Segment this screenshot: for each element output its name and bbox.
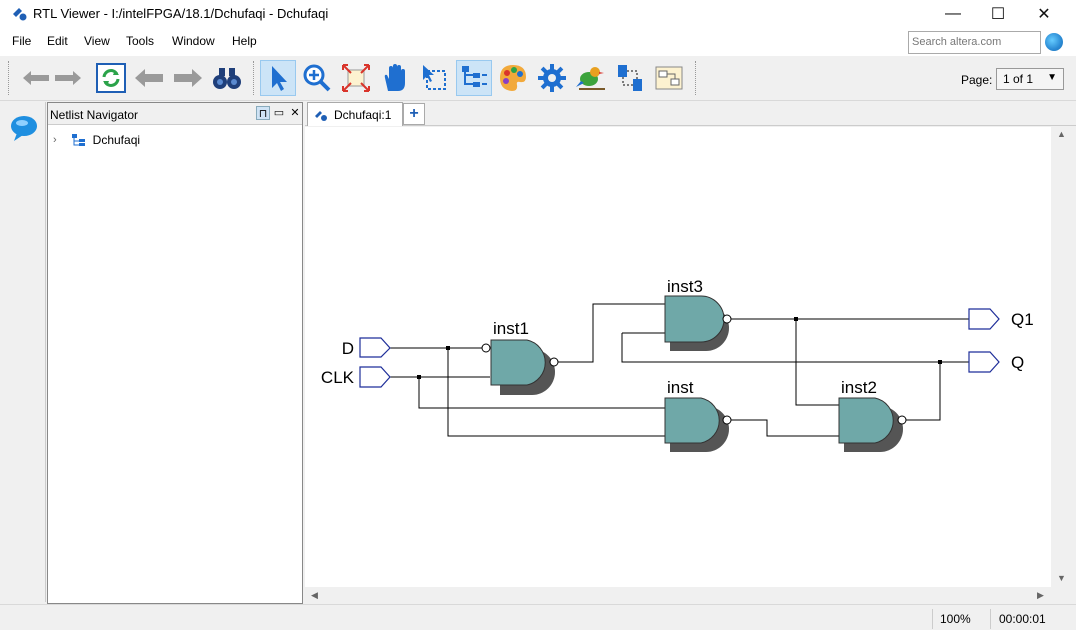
gate-inst1[interactable]: inst1	[481, 319, 559, 395]
gate-label-inst3: inst3	[667, 277, 703, 296]
gate-label-inst1: inst1	[493, 319, 529, 338]
fit-in-window-icon[interactable]	[338, 60, 374, 96]
back-icon[interactable]	[18, 60, 54, 96]
rtl-view-icon	[315, 110, 327, 121]
page-select[interactable]: 1 of 1 ▼	[996, 68, 1064, 90]
output-port-q[interactable]: Q	[968, 351, 1024, 373]
globe-icon[interactable]	[1045, 33, 1063, 51]
export-icon[interactable]	[651, 60, 687, 96]
tree-item-dchufaqi[interactable]: › Dchufaqi	[53, 133, 140, 147]
area-select-icon[interactable]	[416, 60, 452, 96]
color-palette-icon[interactable]	[495, 60, 531, 96]
status-bar: 100% 00:00:01	[0, 604, 1076, 630]
scroll-down-icon[interactable]: ▼	[1057, 573, 1066, 583]
close-button[interactable]: ✕	[1021, 0, 1067, 28]
zoom-icon[interactable]	[299, 60, 335, 96]
tab-dchufaqi[interactable]: Dchufaqi:1	[307, 102, 403, 126]
forward-icon[interactable]	[50, 60, 86, 96]
find-binoculars-icon[interactable]	[209, 60, 245, 96]
schematic-diagram: D CLK Q1 Q inst1 inst3 inst inst2	[321, 277, 1034, 452]
left-strip	[0, 102, 46, 602]
float-icon[interactable]: ▭	[272, 106, 286, 120]
hierarchy-icon[interactable]	[456, 60, 492, 96]
zoom-level: 100%	[940, 612, 971, 626]
output-label-q: Q	[1011, 353, 1024, 372]
output-label-q1: Q1	[1011, 310, 1034, 329]
output-port-q1[interactable]: Q1	[968, 308, 1034, 330]
page-select-value: 1 of 1	[1003, 72, 1034, 86]
menu-window[interactable]: Window	[172, 34, 215, 48]
title-bar: RTL Viewer - I:/intelFPGA/18.1/Dchufaqi …	[0, 0, 1076, 28]
schematic-canvas[interactable]: D CLK Q1 Q inst1 inst3 inst inst2	[305, 127, 1051, 587]
netlist-navigator-header: Netlist Navigator ⊓ ▭ ✕	[48, 103, 302, 125]
gate-label-inst: inst	[667, 378, 694, 397]
menu-edit[interactable]: Edit	[47, 34, 68, 48]
menu-help[interactable]: Help	[232, 34, 257, 48]
app-icon	[13, 8, 27, 21]
tree-item-label: Dchufaqi	[92, 133, 141, 147]
search-input[interactable]: Search altera.com	[908, 31, 1041, 54]
scroll-right-icon[interactable]: ▶	[1037, 590, 1044, 601]
menu-view[interactable]: View	[84, 34, 110, 48]
vertical-scrollbar[interactable]: ▲ ▼	[1051, 127, 1071, 587]
gate-inst[interactable]: inst	[664, 378, 732, 452]
gate-inst2[interactable]: inst2	[838, 378, 907, 452]
rtl-viewer-window: RTL Viewer - I:/intelFPGA/18.1/Dchufaqi …	[0, 0, 1076, 630]
close-icon[interactable]: ✕	[288, 106, 302, 120]
gate-label-inst2: inst2	[841, 378, 877, 397]
select-pointer-icon[interactable]	[260, 60, 296, 96]
toolbar: Page: 1 of 1 ▼	[0, 57, 1076, 101]
previous-page-icon[interactable]	[131, 60, 167, 96]
pin-icon[interactable]: ⊓	[256, 106, 270, 120]
add-tab-button[interactable]: +	[403, 103, 425, 125]
tab-label: Dchufaqi:1	[334, 107, 392, 122]
gate-inst3[interactable]: inst3	[664, 277, 732, 351]
window-title: RTL Viewer - I:/intelFPGA/18.1/Dchufaqi …	[33, 6, 329, 21]
minimize-button[interactable]: —	[930, 0, 976, 28]
chat-bubble-icon[interactable]	[9, 114, 39, 142]
hand-pan-icon[interactable]	[377, 60, 413, 96]
elapsed-time: 00:00:01	[999, 612, 1046, 626]
refresh-icon[interactable]	[93, 60, 129, 96]
chevron-down-icon: ▼	[1047, 72, 1057, 83]
next-page-icon[interactable]	[170, 60, 206, 96]
menu-tools[interactable]: Tools	[126, 34, 154, 48]
hierarchy-node-icon	[71, 134, 85, 146]
page-label: Page:	[961, 73, 993, 87]
chevron-right-icon[interactable]: ›	[53, 134, 57, 146]
netlist-icon[interactable]	[612, 60, 648, 96]
scroll-left-icon[interactable]: ◀	[311, 590, 318, 601]
netlist-navigator-title: Netlist Navigator	[50, 108, 139, 122]
horizontal-scrollbar[interactable]: ◀ ▶	[305, 587, 1071, 604]
netlist-navigator-panel: Netlist Navigator ⊓ ▭ ✕ › Dchufaqi	[47, 102, 303, 604]
maximize-button[interactable]: ☐	[975, 0, 1021, 28]
input-port-clk[interactable]: CLK	[321, 366, 391, 388]
input-label-d: D	[342, 339, 354, 358]
input-port-d[interactable]: D	[342, 337, 391, 358]
scroll-up-icon[interactable]: ▲	[1057, 129, 1066, 139]
input-label-clk: CLK	[321, 368, 355, 387]
tab-bar: Dchufaqi:1 +	[305, 102, 1076, 126]
bird-icon[interactable]	[573, 60, 609, 96]
settings-gear-icon[interactable]	[534, 60, 570, 96]
menu-file[interactable]: File	[12, 34, 31, 48]
